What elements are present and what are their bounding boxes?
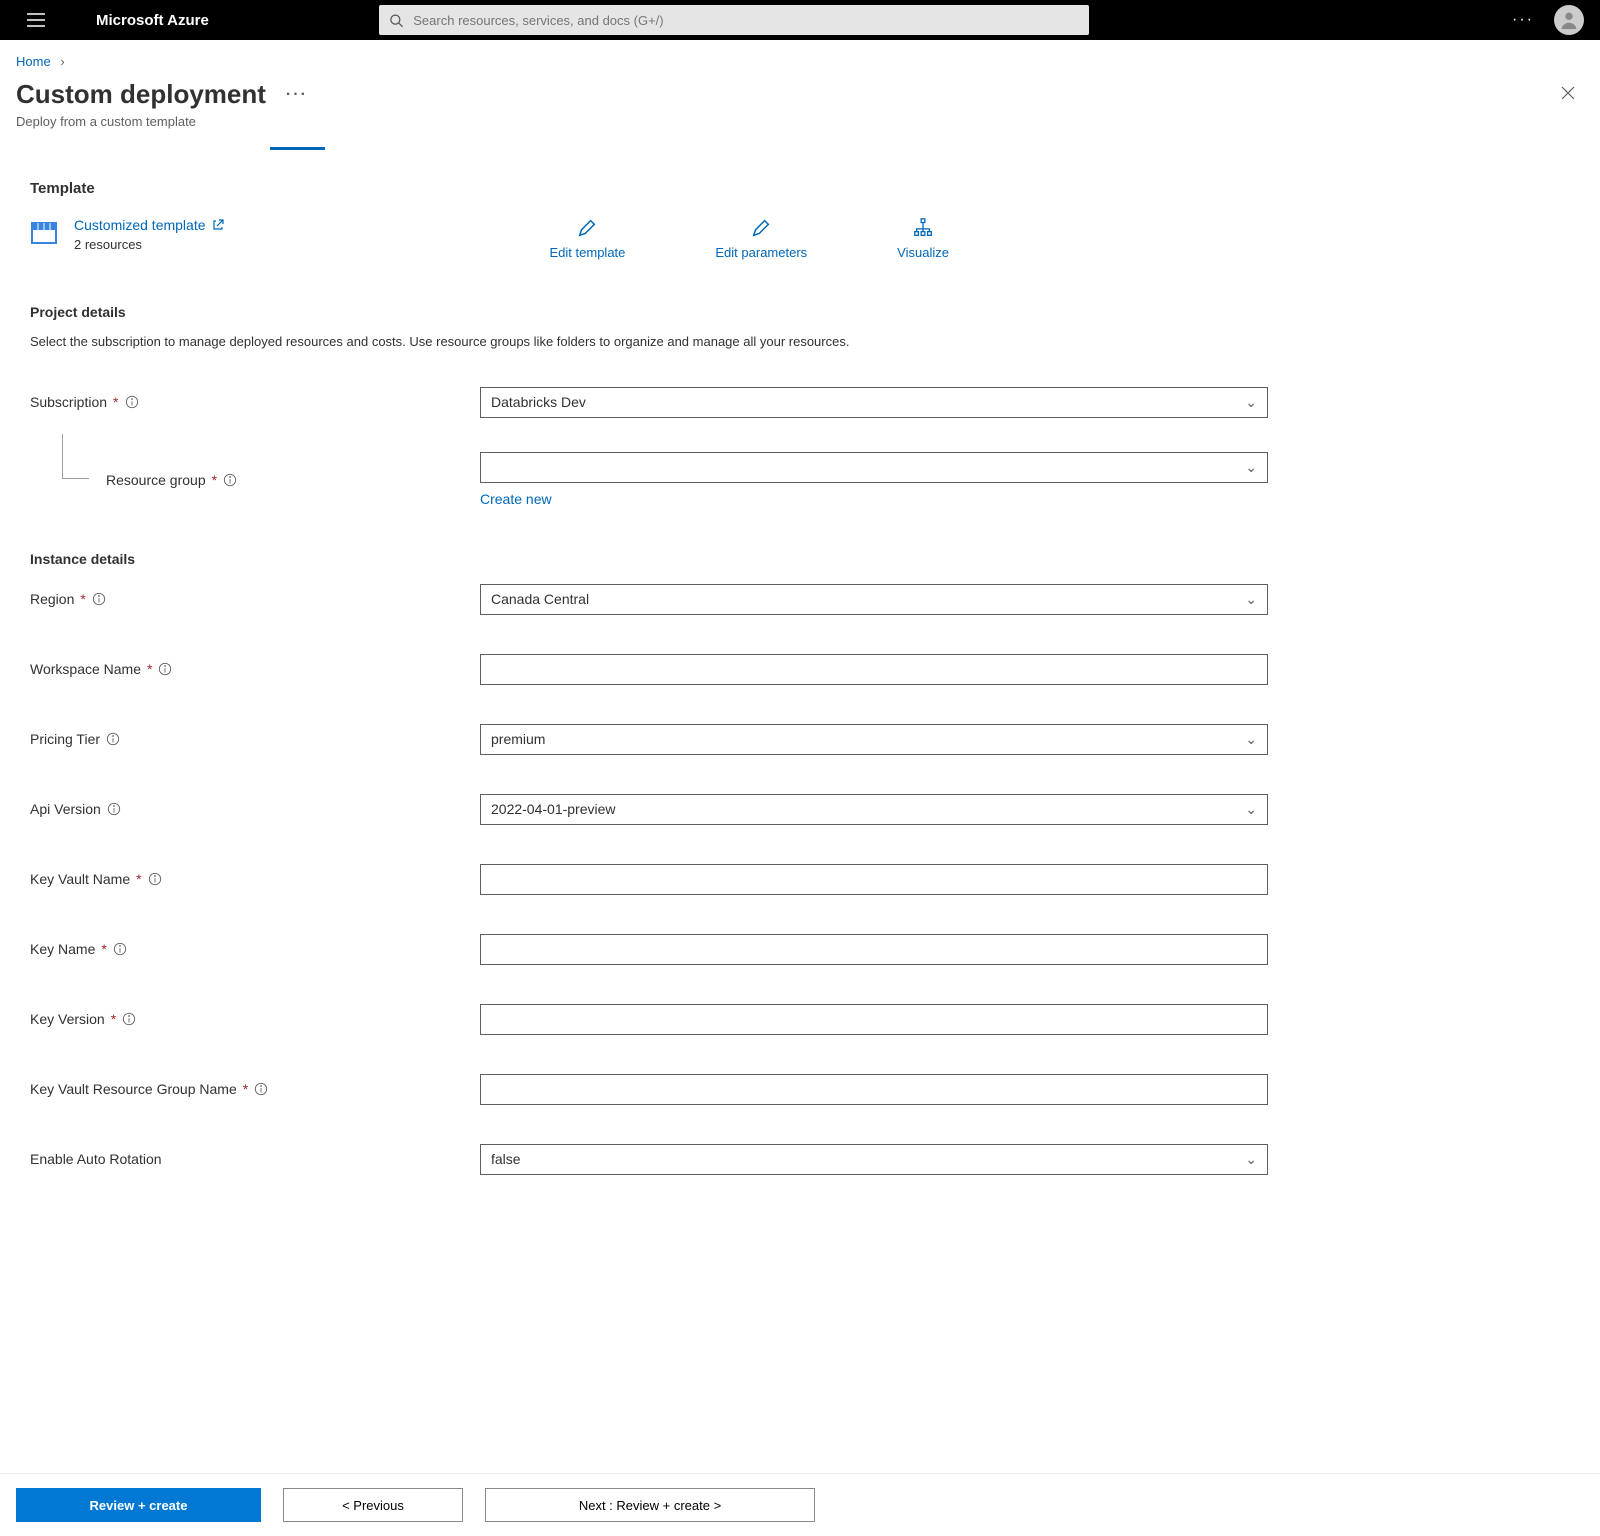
footer-bar: Review + create < Previous Next : Review… [0,1473,1600,1536]
search-icon [389,13,403,28]
info-icon[interactable] [254,1082,268,1096]
instance-details-title: Instance details [30,551,1270,567]
chevron-down-icon: ⌄ [1245,731,1257,748]
hierarchy-icon [912,217,934,239]
auto-rotation-select[interactable]: false ⌄ [480,1144,1268,1175]
chevron-down-icon: ⌄ [1245,459,1257,476]
key-name-label: Key Name * [30,941,480,957]
template-resources-count: 2 resources [74,237,224,252]
chevron-down-icon: ⌄ [1245,1151,1257,1168]
key-version-input[interactable] [480,1004,1268,1035]
pencil-icon [576,217,598,239]
api-version-label: Api Version [30,801,480,817]
create-new-link[interactable]: Create new [480,491,552,507]
chevron-right-icon: › [60,54,64,69]
subscription-label: Subscription * [30,394,480,410]
visualize-label: Visualize [897,245,949,260]
close-icon[interactable] [1560,79,1584,104]
project-details-title: Project details [30,304,1270,320]
page-subtitle: Deploy from a custom template [16,114,308,129]
page-title: Custom deployment ··· [16,79,308,110]
info-icon[interactable] [125,395,139,409]
info-icon[interactable] [158,662,172,676]
api-version-select[interactable]: 2022-04-01-preview ⌄ [480,794,1268,825]
template-section-title: Template [30,180,1270,197]
workspace-name-input[interactable] [480,654,1268,685]
edit-template-label: Edit template [550,245,626,260]
project-details-desc: Select the subscription to manage deploy… [30,332,1200,352]
pricing-tier-label: Pricing Tier [30,731,480,747]
pencil-icon [750,217,772,239]
region-select[interactable]: Canada Central ⌄ [480,584,1268,615]
resource-group-label: Resource group * [30,472,480,488]
key-version-label: Key Version * [30,1011,480,1027]
info-icon[interactable] [113,942,127,956]
external-link-icon [212,219,224,231]
workspace-name-label: Workspace Name * [30,661,480,677]
visualize-button[interactable]: Visualize [897,217,949,260]
previous-button[interactable]: < Previous [283,1488,463,1522]
info-icon[interactable] [92,592,106,606]
review-create-button[interactable]: Review + create [16,1488,261,1522]
topbar: Microsoft Azure ··· [0,0,1600,40]
chevron-down-icon: ⌄ [1245,591,1257,608]
brand: Microsoft Azure [96,12,209,29]
pricing-tier-select[interactable]: premium ⌄ [480,724,1268,755]
edit-parameters-button[interactable]: Edit parameters [715,217,807,260]
info-icon[interactable] [106,732,120,746]
next-button[interactable]: Next : Review + create > [485,1488,815,1522]
chevron-down-icon: ⌄ [1245,801,1257,818]
key-vault-rg-input[interactable] [480,1074,1268,1105]
chevron-down-icon: ⌄ [1245,394,1257,411]
customized-template-label: Customized template [74,217,206,233]
info-icon[interactable] [107,802,121,816]
edit-template-button[interactable]: Edit template [550,217,626,260]
resource-group-select[interactable]: ⌄ [480,452,1268,483]
key-vault-name-label: Key Vault Name * [30,871,480,887]
edit-parameters-label: Edit parameters [715,245,807,260]
search-input[interactable] [413,13,1079,28]
template-file-icon [30,217,58,245]
breadcrumb-home[interactable]: Home [16,54,51,69]
page-title-text: Custom deployment [16,79,266,110]
customized-template-link[interactable]: Customized template [74,217,224,233]
page-more-icon[interactable]: ··· [286,86,308,104]
search-box[interactable] [379,5,1089,35]
info-icon[interactable] [148,872,162,886]
topbar-more-icon[interactable]: ··· [1512,11,1534,29]
info-icon[interactable] [223,473,237,487]
hamburger-menu-icon[interactable] [16,11,56,29]
breadcrumb: Home › [0,40,1600,79]
info-icon[interactable] [122,1012,136,1026]
key-vault-rg-label: Key Vault Resource Group Name * [30,1081,480,1097]
avatar[interactable] [1554,5,1584,35]
subscription-select[interactable]: Databricks Dev ⌄ [480,387,1268,418]
user-icon [1558,9,1580,31]
key-vault-name-input[interactable] [480,864,1268,895]
auto-rotation-label: Enable Auto Rotation [30,1151,480,1167]
key-name-input[interactable] [480,934,1268,965]
region-label: Region * [30,591,480,607]
